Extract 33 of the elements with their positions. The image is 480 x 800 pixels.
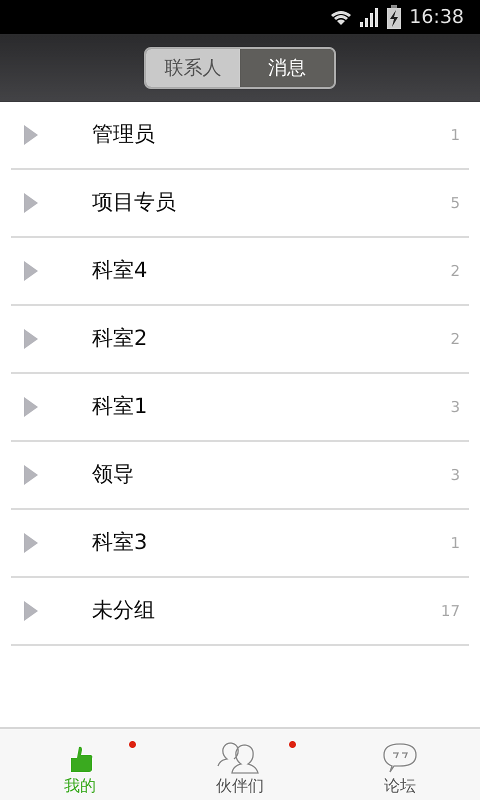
group-count: 5 <box>450 192 460 214</box>
group-row[interactable]: 项目专员 5 <box>11 170 469 238</box>
group-count: 2 <box>450 328 460 350</box>
group-name: 科室2 <box>92 325 148 352</box>
speech-bubble-icon <box>382 742 418 774</box>
signal-icon <box>359 7 380 27</box>
group-row[interactable]: 管理员 1 <box>11 102 469 170</box>
group-count: 1 <box>450 532 460 554</box>
group-name: 科室4 <box>92 257 148 284</box>
tab-bar-item[interactable]: 伙伴们 <box>160 729 320 800</box>
group-row[interactable]: 未分组 17 <box>11 578 469 646</box>
clock-time: 16:38 <box>409 4 464 30</box>
segment-tab[interactable]: 消息 <box>240 49 334 87</box>
group-count: 1 <box>450 124 460 146</box>
group-name: 科室3 <box>92 529 148 556</box>
group-name: 科室1 <box>92 393 148 420</box>
group-row[interactable]: 科室3 1 <box>11 510 469 578</box>
group-count: 17 <box>440 600 460 622</box>
group-count: 2 <box>450 260 460 282</box>
wifi-icon <box>331 9 352 25</box>
tab-bar-item[interactable]: 论坛 <box>320 729 480 800</box>
group-count: 3 <box>450 464 460 486</box>
group-row[interactable]: 科室4 2 <box>11 238 469 306</box>
group-name: 未分组 <box>92 597 156 624</box>
group-row[interactable]: 科室1 3 <box>11 374 469 442</box>
group-count: 3 <box>450 396 460 418</box>
group-row[interactable]: 科室2 2 <box>11 306 469 374</box>
battery-charging-icon <box>387 5 402 29</box>
group-name: 管理员 <box>92 121 156 148</box>
group-name: 项目专员 <box>92 189 177 216</box>
segment-tab[interactable]: 联系人 <box>146 49 240 87</box>
group-name: 领导 <box>92 461 135 488</box>
group-row[interactable]: 领导 3 <box>11 442 469 510</box>
